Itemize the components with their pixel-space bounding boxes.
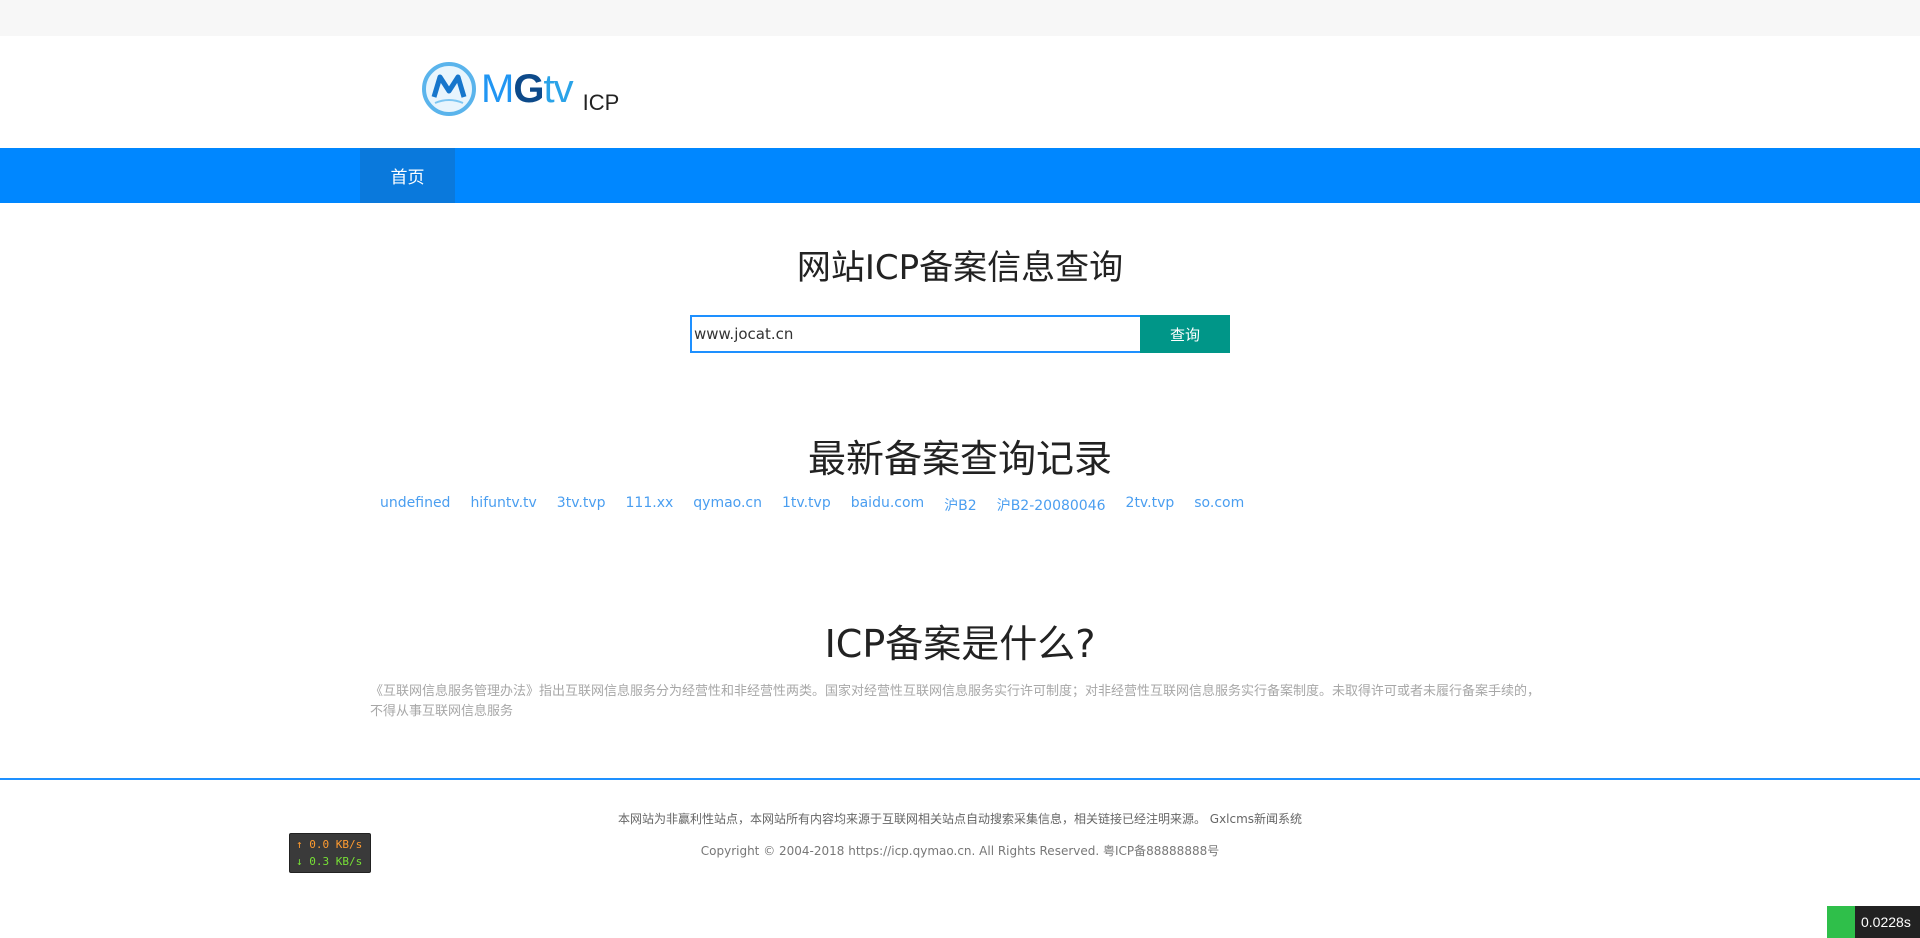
nav-item-home[interactable]: 首页: [360, 148, 455, 203]
recent-title: 最新备案查询记录: [807, 437, 1112, 481]
recent-records-list: undefined hifuntv.tv 3tv.tvp 111.xx qyma…: [380, 495, 1264, 515]
logo-wordmark: M Gtv: [481, 66, 574, 112]
record-link[interactable]: 111.xx: [626, 495, 674, 515]
record-link[interactable]: undefined: [380, 495, 450, 515]
record-link[interactable]: hifuntv.tv: [470, 495, 536, 515]
timer-value: 0.0228s: [1861, 914, 1911, 930]
header: [0, 36, 1920, 148]
upload-speed: ↑ 0.0 KB/s: [296, 838, 363, 851]
download-speed: ↓ 0.3 KB/s: [296, 855, 363, 868]
search-form: 查询: [690, 315, 1230, 353]
search-input[interactable]: [690, 315, 1140, 353]
logo-g: G: [513, 66, 544, 111]
record-link[interactable]: so.com: [1194, 495, 1244, 515]
search-button[interactable]: 查询: [1140, 315, 1230, 353]
top-strip: [0, 0, 1920, 36]
footer-copyright: Copyright © 2004-2018 https://icp.qymao.…: [700, 844, 1220, 858]
footer-divider: [0, 778, 1920, 780]
logo-tv: tv: [543, 66, 573, 111]
record-link[interactable]: baidu.com: [851, 495, 924, 515]
footer-disclaimer: 本网站为非赢利性站点，本网站所有内容均来源于互联网相关站点自动搜索采集信息，相关…: [617, 812, 1303, 826]
page-timer-badge: 0.0228s: [1827, 906, 1920, 938]
logo-icp-label: ICP: [582, 90, 620, 115]
leaf-icon: [1827, 906, 1855, 938]
about-title: ICP备案是什么?: [824, 622, 1096, 666]
nav-bar: 首页: [0, 148, 1920, 203]
record-link[interactable]: qymao.cn: [693, 495, 762, 515]
record-link[interactable]: 3tv.tvp: [557, 495, 606, 515]
logo-m: M: [481, 66, 514, 111]
site-logo[interactable]: M Gtv ICP: [421, 58, 619, 120]
record-link[interactable]: 2tv.tvp: [1126, 495, 1175, 515]
mgtv-logo-icon: [422, 62, 476, 116]
record-link[interactable]: 沪B2-20080046: [997, 495, 1106, 515]
record-link[interactable]: 1tv.tvp: [782, 495, 831, 515]
search-title: 网站ICP备案信息查询: [796, 248, 1124, 288]
about-description: 《互联网信息服务管理办法》指出互联网信息服务分为经营性和非经营性两类。国家对经营…: [370, 684, 1541, 719]
netspeed-widget[interactable]: ↑ 0.0 KB/s ↓ 0.3 KB/s: [289, 833, 371, 873]
record-link[interactable]: 沪B2: [944, 495, 977, 515]
